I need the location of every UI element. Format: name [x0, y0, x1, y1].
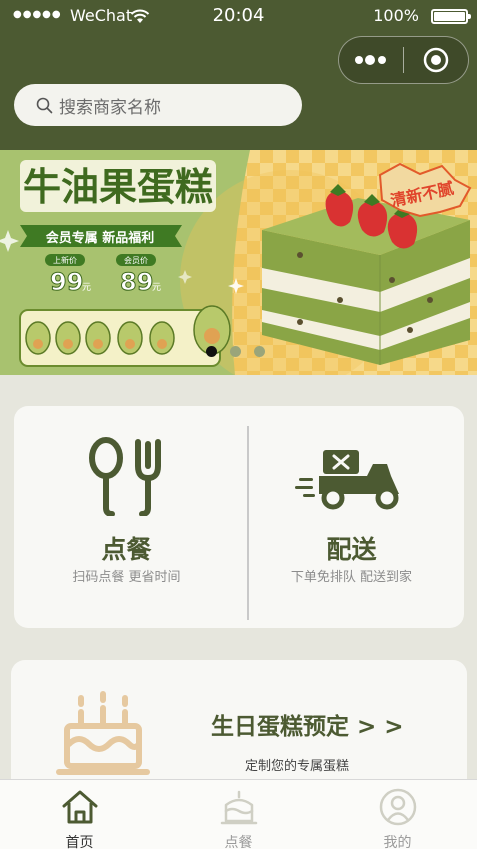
search-bar[interactable]: 搜索商家名称	[14, 84, 302, 126]
tab-home-label: 首页	[65, 835, 94, 849]
user-icon	[379, 788, 417, 826]
tab-order[interactable]: 点餐	[159, 780, 318, 849]
close-button[interactable]	[404, 37, 468, 83]
battery-icon	[431, 9, 471, 24]
banner-tagline: 会员专属 新品福利	[46, 230, 155, 246]
battery-percent: 100%	[373, 6, 419, 25]
carousel-dot[interactable]	[230, 346, 241, 357]
promo-banner[interactable]: 牛油果蛋糕 会员专属 新品福利 上新价 99 元 会员价 89 元 清新不腻	[0, 150, 477, 375]
fork-spoon-icon	[89, 437, 161, 516]
delivery-service-button[interactable]: 配送 下单免排队 配送到家	[239, 406, 464, 628]
services-card: 点餐 扫码点餐 更省时间 配送 下单免排队 配送到家	[14, 406, 464, 628]
target-close-icon	[423, 47, 449, 73]
mini-program-capsule	[338, 36, 469, 84]
banner-title: 牛油果蛋糕	[23, 165, 213, 209]
order-subtitle: 扫码点餐 更省时间	[72, 570, 181, 585]
banner-image: 牛油果蛋糕 会员专属 新品福利 上新价 99 元 会员价 89 元 清新不腻	[0, 150, 477, 375]
header: ●●●●● WeChat 20:04 100% 搜索商家名称	[0, 0, 477, 150]
price-value-new: 99	[50, 268, 83, 296]
carousel-dot[interactable]	[206, 346, 217, 357]
price-unit-member: 元	[152, 283, 161, 293]
cake-icon	[220, 790, 258, 825]
tab-bar: 首页 点餐 我的	[0, 779, 477, 849]
carousel-dots	[206, 346, 265, 357]
delivery-subtitle: 下单免排队 配送到家	[290, 570, 413, 585]
delivery-title: 配送	[326, 535, 377, 564]
price-value-member: 89	[120, 268, 153, 296]
status-bar: ●●●●● WeChat 20:04 100%	[0, 0, 477, 32]
price-label-member: 会员价	[124, 255, 148, 265]
price-unit-new: 元	[82, 283, 91, 293]
home-icon	[62, 790, 98, 824]
search-input[interactable]: 搜索商家名称	[59, 93, 161, 118]
tab-home[interactable]: 首页	[0, 780, 159, 849]
birthday-cake-title: 生日蛋糕预定 > >	[211, 714, 404, 740]
more-button[interactable]	[339, 37, 403, 83]
more-dots-icon	[355, 55, 386, 65]
tab-mine-label: 我的	[383, 835, 412, 849]
order-service-button[interactable]: 点餐 扫码点餐 更省时间	[14, 406, 239, 628]
birthday-cake-subtitle: 定制您的专属蛋糕	[245, 759, 350, 774]
order-title: 点餐	[101, 535, 152, 564]
delivery-scooter-icon	[295, 450, 399, 510]
tab-order-label: 点餐	[224, 835, 253, 849]
search-icon	[36, 97, 53, 113]
birthday-cake-icon	[56, 691, 150, 775]
carousel-dot[interactable]	[254, 346, 265, 357]
tab-mine[interactable]: 我的	[318, 780, 477, 849]
price-label-new: 上新价	[53, 255, 77, 265]
